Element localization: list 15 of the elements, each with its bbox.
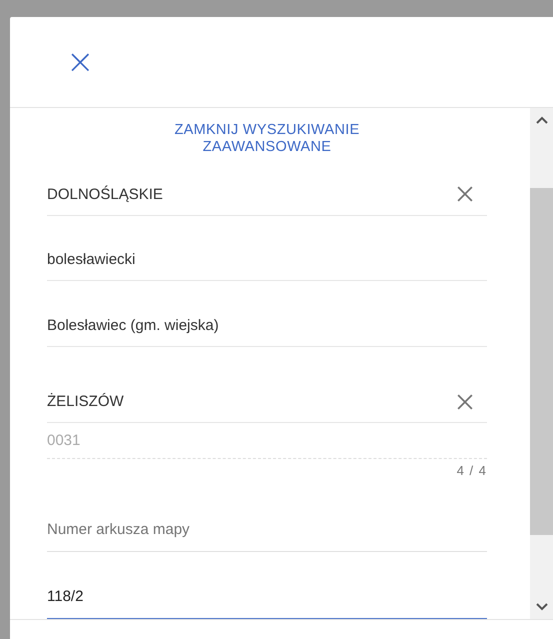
input-field[interactable]: Numer arkusza mapy	[47, 508, 487, 552]
scroll-down-icon[interactable]	[536, 603, 548, 611]
close-button[interactable]: ×	[62, 45, 98, 79]
scrollbar-thumb[interactable]	[530, 188, 553, 535]
scrollbar[interactable]	[530, 108, 553, 619]
input-field[interactable]: 118/2	[47, 575, 487, 619]
clear-icon[interactable]	[457, 394, 473, 410]
collapse-search-link[interactable]: ZAMKNIJ WYSZUKIWANIE ZAAWANSOWANE	[47, 108, 487, 156]
clear-icon[interactable]	[457, 186, 473, 202]
select-field[interactable]: bolesławiecki	[47, 240, 487, 281]
select-field[interactable]: ŻELISZÓW	[47, 382, 487, 423]
select-field[interactable]: DOLNOŚLĄSKIE	[47, 174, 487, 216]
character-counter: 4 / 4	[456, 463, 487, 478]
scroll-up-icon[interactable]	[536, 116, 548, 124]
select-field[interactable]: Bolesławiec (gm. wiejska)	[47, 305, 487, 346]
